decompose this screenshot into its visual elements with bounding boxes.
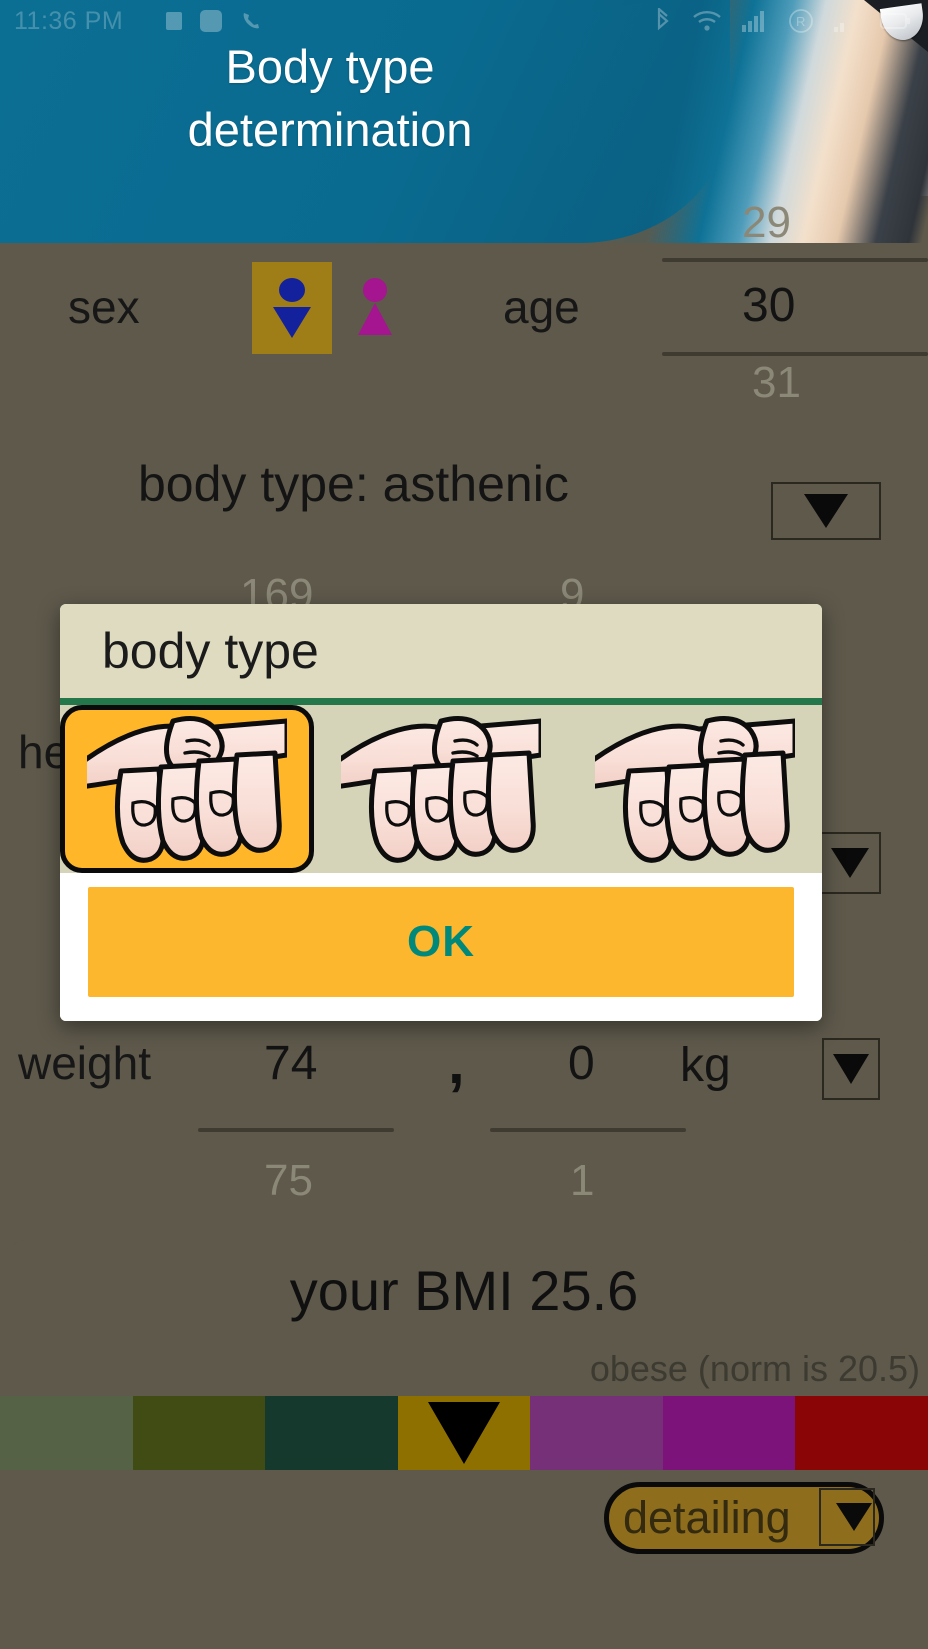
chevron-down-icon bbox=[833, 1054, 869, 1084]
body-type-option-normosthenic[interactable] bbox=[314, 705, 568, 873]
body-type-option-hypersthenic[interactable] bbox=[568, 705, 822, 873]
sex-label: sex bbox=[68, 281, 140, 333]
scale-segment-obese-3 bbox=[795, 1396, 928, 1470]
male-figure-icon bbox=[273, 278, 311, 338]
status-bar: 11:36 PM R bbox=[0, 0, 928, 42]
scale-segment-underweight bbox=[132, 1396, 266, 1470]
height-dropdown-button[interactable] bbox=[819, 832, 881, 894]
ok-button[interactable]: OK bbox=[88, 887, 794, 997]
roaming-icon: R bbox=[788, 8, 814, 34]
app-screen: 11:36 PM R Body type determination sex a… bbox=[0, 0, 928, 1649]
status-bar-right: R bbox=[654, 8, 914, 34]
scale-segment-obese-2 bbox=[662, 1396, 796, 1470]
weight-label: weight bbox=[18, 1037, 151, 1089]
weight-fraction-divider bbox=[490, 1128, 686, 1132]
scale-segment-severely-underweight bbox=[0, 1396, 133, 1470]
svg-text:R: R bbox=[796, 14, 806, 29]
weight-dropdown-button[interactable] bbox=[822, 1038, 880, 1100]
detailing-button[interactable]: detailing bbox=[604, 1482, 884, 1554]
age-label: age bbox=[503, 281, 580, 333]
missed-call-icon bbox=[239, 9, 263, 33]
bluetooth-icon bbox=[654, 8, 672, 34]
detailing-dropdown-button[interactable] bbox=[819, 1488, 875, 1546]
weight-integer-divider bbox=[198, 1128, 394, 1132]
dialog-options-list bbox=[60, 705, 822, 873]
weight-decimal-separator: , bbox=[448, 1029, 465, 1096]
weight-integer-value[interactable]: 74 bbox=[264, 1036, 317, 1091]
scale-segment-overweight bbox=[397, 1396, 531, 1470]
page-title: Body type determination bbox=[0, 36, 660, 161]
body-type-option-asthenic[interactable] bbox=[60, 705, 314, 873]
page-title-line-2: determination bbox=[187, 102, 473, 156]
page-title-line-1: Body type bbox=[225, 40, 435, 93]
detailing-label: detailing bbox=[623, 1492, 791, 1543]
chevron-down-icon bbox=[831, 848, 869, 878]
scale-segment-obese-1 bbox=[530, 1396, 663, 1470]
bmi-scale-bar[interactable] bbox=[0, 1396, 928, 1470]
weight-unit-label: kg bbox=[680, 1039, 731, 1092]
age-divider-top bbox=[662, 258, 928, 262]
weight-fraction-value[interactable]: 0 bbox=[568, 1036, 595, 1091]
body-type-label: body type: asthenic bbox=[138, 456, 569, 512]
sex-option-female[interactable] bbox=[342, 262, 408, 354]
age-previous-value[interactable]: 29 bbox=[742, 198, 791, 248]
status-bar-left: 11:36 PM bbox=[14, 7, 263, 36]
body-type-dropdown-button[interactable] bbox=[771, 482, 881, 540]
dialog-footer: OK bbox=[60, 873, 822, 1021]
sim-card-icon bbox=[165, 11, 183, 31]
signal-bars-icon bbox=[742, 10, 768, 32]
age-next-value[interactable]: 31 bbox=[752, 358, 801, 408]
signal-bars-2-icon bbox=[834, 10, 860, 32]
age-value[interactable]: 30 bbox=[742, 278, 795, 333]
battery-icon bbox=[880, 11, 910, 31]
dialog-title: body type bbox=[60, 604, 822, 705]
bmi-result-text: your BMI 25.6 bbox=[289, 1259, 639, 1322]
body-type-dialog: body type OK bbox=[60, 604, 822, 1021]
sex-option-male[interactable] bbox=[252, 262, 332, 354]
female-figure-icon bbox=[358, 278, 392, 335]
chevron-down-icon bbox=[804, 494, 848, 528]
status-clock: 11:36 PM bbox=[14, 6, 124, 35]
scale-marker-triangle bbox=[428, 1402, 501, 1464]
wifi-icon bbox=[692, 9, 722, 33]
bmi-classification: obese (norm is 20.5) bbox=[589, 1348, 920, 1389]
hand-wrist-gap-icon bbox=[595, 711, 795, 867]
hand-wrist-overlap-icon bbox=[87, 711, 287, 867]
age-divider-bottom bbox=[662, 352, 928, 356]
chevron-down-icon bbox=[836, 1503, 872, 1531]
weight-next-integer[interactable]: 75 bbox=[264, 1156, 313, 1206]
weight-next-fraction[interactable]: 1 bbox=[570, 1156, 594, 1206]
hand-wrist-touch-icon bbox=[341, 711, 541, 867]
scale-segment-normal bbox=[265, 1396, 398, 1470]
app-notification-icon bbox=[199, 9, 223, 33]
